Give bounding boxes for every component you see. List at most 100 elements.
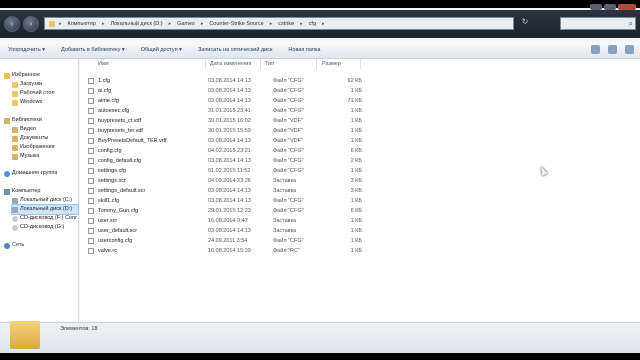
file-name: user.scr [98,218,118,224]
organize-button[interactable]: Упорядочить ▾ [0,47,53,53]
item-count: Элементов: 18 [60,326,98,332]
close-button[interactable] [618,4,636,10]
file-name: settings_default.scr [98,188,146,194]
file-name: settings.scr [98,178,126,184]
file-size: 1 КБ [350,238,362,244]
burn-button[interactable]: Записать на оптический диск [190,47,280,53]
sidebar-item-cd-g[interactable]: CD-дисковод (G:) [12,223,64,232]
table-row[interactable]: config_default.cfg 03.08.2014 14:13 Файл "… [88,156,428,166]
sidebar-item-documents[interactable]: Документы [12,134,48,143]
table-row[interactable]: 1.cfg 03.08.2014 14:13 Файл "CFG" 92 КБ [88,76,428,86]
file-list: Имя Дата изменения Тип Размер 1.cfg 03.08… [80,59,640,321]
table-row[interactable]: user_default.scr 03.08.2014 14:13 Заставка… [88,226,428,236]
sidebar-item-label: Изображения [20,144,55,150]
table-row[interactable]: buypresets_ter.vdf 30.01.2015 15:59 Файл "… [88,126,428,136]
file-size: 1 КБ [350,228,362,234]
file-icon [88,248,94,254]
file-size: 6 КБ [350,148,362,154]
sidebar-item-windows[interactable]: Windows [12,98,42,107]
sidebar-item-favorites[interactable]: Избранное [4,71,40,80]
breadcrumb-item[interactable]: Компьютер [66,21,98,27]
column-divider[interactable] [205,59,206,69]
table-row[interactable]: config.cfg 04.02.2015 23:21 Файл "CFG" 6 КБ [88,146,428,156]
table-row[interactable]: ai.cfg 03.08.2014 14:13 Файл "CFG" 1 КБ [88,86,428,96]
table-row[interactable]: autoexec.cfg 31.01.2015 23:41 Файл "CFG" 1 … [88,106,428,116]
sidebar-item-desktop[interactable]: Рабочий стол [12,89,55,98]
help-icon[interactable] [625,45,634,54]
column-header-type[interactable]: Тип [265,61,274,69]
file-icon [88,178,94,184]
sidebar-item-pictures[interactable]: Изображения [12,143,55,152]
minimize-button[interactable] [590,4,602,10]
file-date: 31.01.2015 23:41 [208,108,251,114]
breadcrumb-item[interactable]: Games [175,21,197,27]
file-name: valve.rc [98,248,117,254]
file-icon [88,118,94,124]
file-icon [88,188,94,194]
breadcrumb[interactable]: ▸ Компьютер ▸ Локальный диск (D:) ▸ Game… [44,17,514,30]
file-type: Файл "CFG" [273,148,304,154]
breadcrumb-item[interactable]: cfg [307,21,318,27]
file-type: Файл "VDF" [273,138,303,144]
sidebar-item-homegroup[interactable]: Домашняя группа [4,169,57,178]
chevron-right-icon: ▸ [200,20,204,27]
sidebar-item-computer[interactable]: Компьютер [4,187,40,196]
file-name: buypresets_ter.vdf [98,128,143,134]
file-date: 04.09.2014 23:26 [208,178,251,184]
table-row[interactable]: BuyPresetsDefault_TER.vdf 03.08.2014 14:1… [88,136,428,146]
sidebar-item-network[interactable]: Сеть [4,241,24,250]
table-row[interactable]: user.scr 16.08.2014 9:47 Заставка 1 КБ [88,216,428,226]
computer-icon [4,188,10,195]
refresh-icon[interactable]: ↻ [518,17,532,30]
table-row[interactable]: aime.cfg 03.08.2014 14:13 Файл "CFG" 71 КБ [88,96,428,106]
table-row[interactable]: valve.rc 16.08.2014 15:39 Файл "RC" 1 КБ [88,246,428,256]
file-date: 03.08.2014 14:13 [208,88,251,94]
file-size: 1 КБ [350,128,362,134]
file-size: 1 КБ [350,248,362,254]
file-icon [88,98,94,104]
file-name: BuyPresetsDefault_TER.vdf [98,138,167,144]
file-name: config.cfg [98,148,122,154]
sidebar-item-video[interactable]: Видео [12,125,36,134]
file-size: 2 КБ [350,158,362,164]
share-button[interactable]: Общий доступ ▾ [133,47,190,53]
search-input[interactable]: ⌕ [560,17,636,30]
file-size: 3 КБ [350,178,362,184]
breadcrumb-item[interactable]: cstrike [276,21,296,27]
table-row[interactable]: settings.cfg 01.02.2015 11:52 Файл "CFG" 1 … [88,166,428,176]
sidebar-item-music[interactable]: Музыка [12,152,39,161]
file-date: 30.01.2015 16:02 [208,118,251,124]
breadcrumb-item[interactable]: Локальный диск (D:) [109,21,165,27]
sidebar-item-cd-f[interactable]: CD-дисковод (F:) Conr [12,214,77,223]
view-options-icon[interactable] [591,45,600,54]
sidebar-item-downloads[interactable]: Загрузки [12,80,42,89]
back-button[interactable]: ‹ [4,16,20,32]
column-divider[interactable] [360,59,361,69]
table-row[interactable]: userconfig.cfg 24.09.2011 3:54 Файл "CFG" 1… [88,236,428,246]
sidebar-item-libraries[interactable]: Библиотеки [4,116,42,125]
table-row[interactable]: Tommy_Gun.cfg 29.01.2015 12:23 Файл "CFG" 6… [88,206,428,216]
column-divider[interactable] [316,59,317,69]
new-folder-button[interactable]: Новая папка [280,47,328,53]
file-type: Файл "CFG" [273,98,304,104]
table-row[interactable]: skill1.cfg 03.08.2014 14:13 Файл "CFG" 1 КБ [88,196,428,206]
file-icon [88,218,94,224]
breadcrumb-item[interactable]: Counter-Strike Source [207,21,265,27]
table-row[interactable]: settings_default.scr 03.08.2014 14:13 Заст… [88,186,428,196]
file-type: Файл "VDF" [273,128,303,134]
desktop-icon [12,90,18,97]
forward-button[interactable]: › [23,16,39,32]
maximize-button[interactable] [604,4,616,10]
file-date: 03.08.2014 14:13 [208,98,251,104]
table-row[interactable]: settings.scr 04.09.2014 23:26 Заставка 3 КБ [88,176,428,186]
add-to-library-button[interactable]: Добавить в библиотеку ▾ [53,47,133,53]
file-type: Файл "CFG" [273,158,304,164]
preview-pane-icon[interactable] [608,45,617,54]
table-row[interactable]: buypresets_ct.vdf 30.01.2015 16:02 Файл "V… [88,116,428,126]
column-header-size[interactable]: Размер [322,61,341,69]
file-size: 3 КБ [350,188,362,194]
column-header-name[interactable]: Имя [98,61,109,69]
column-divider[interactable] [260,59,261,69]
column-header-date[interactable]: Дата изменения [210,61,251,69]
file-icon [88,88,94,94]
